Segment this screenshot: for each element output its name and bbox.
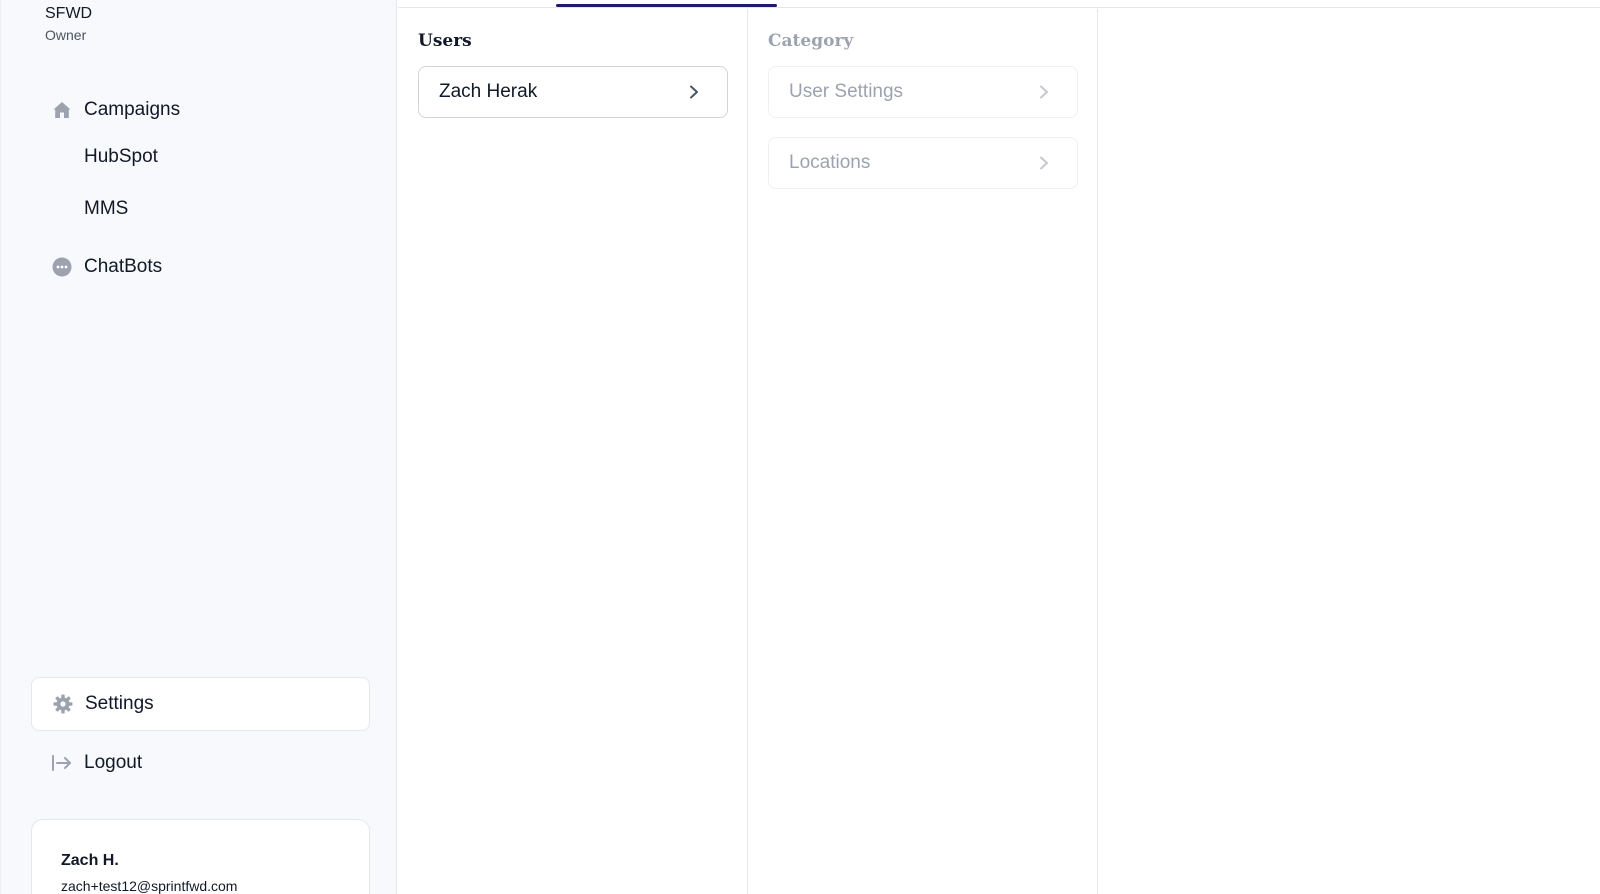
category-row-user-settings[interactable]: User Settings <box>768 66 1078 118</box>
home-icon <box>51 99 73 121</box>
user-row-zach-herak[interactable]: Zach Herak <box>418 66 728 118</box>
app-root: SFWD Owner Campaigns HubSpot MMS ChatBot… <box>0 0 1600 894</box>
user-email: zach+test12@sprintfwd.com <box>61 878 238 894</box>
chevron-right-icon <box>1040 156 1048 170</box>
category-column-title: Category <box>768 31 854 51</box>
chevron-right-icon <box>690 85 698 99</box>
user-card[interactable]: Zach H. zach+test12@sprintfwd.com <box>31 819 370 894</box>
category-column: Category User Settings Locations <box>748 9 1098 894</box>
logout-button[interactable]: Logout <box>31 737 370 789</box>
user-row-label: Zach Herak <box>439 81 538 102</box>
org-role: Owner <box>45 27 87 43</box>
sidebar-item-label: HubSpot <box>84 146 158 167</box>
sidebar: SFWD Owner Campaigns HubSpot MMS ChatBot… <box>0 0 397 894</box>
category-row-label: Locations <box>789 152 871 173</box>
sidebar-item-label: Campaigns <box>84 99 181 120</box>
category-row-locations[interactable]: Locations <box>768 137 1078 189</box>
sidebar-item-label: Logout <box>84 752 143 773</box>
sidebar-item-settings[interactable]: Settings <box>31 677 370 731</box>
chat-bubble-icon <box>51 256 73 278</box>
sidebar-item-label: MMS <box>84 198 129 219</box>
category-row-label: User Settings <box>789 81 904 102</box>
active-tab-indicator <box>556 4 777 7</box>
sidebar-item-label: ChatBots <box>84 256 163 277</box>
users-column: Users Zach Herak <box>398 9 748 894</box>
top-tab-bar <box>398 0 1600 8</box>
gear-icon <box>52 693 74 715</box>
sidebar-item-label: Settings <box>85 693 154 714</box>
logout-icon <box>51 752 73 774</box>
sidebar-item-hubspot[interactable]: HubSpot <box>31 131 370 183</box>
org-header: SFWD Owner <box>45 4 92 45</box>
user-name: Zach H. <box>61 852 119 869</box>
sidebar-item-mms[interactable]: MMS <box>31 183 370 235</box>
sidebar-item-chatbots[interactable]: ChatBots <box>31 241 370 293</box>
users-column-title: Users <box>418 31 472 51</box>
sidebar-item-campaigns[interactable]: Campaigns <box>31 84 370 136</box>
org-name: SFWD <box>45 5 93 22</box>
chevron-right-icon <box>1040 85 1048 99</box>
